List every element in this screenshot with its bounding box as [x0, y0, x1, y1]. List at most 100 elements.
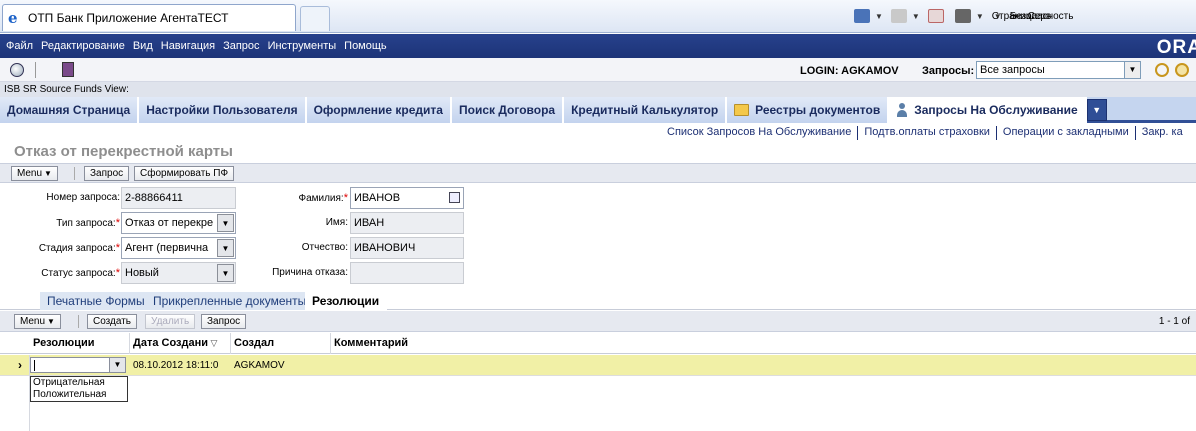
mail-button[interactable] — [927, 9, 947, 23]
tab-print-forms[interactable]: Печатные Формы — [40, 292, 153, 310]
create-button[interactable]: Создать — [87, 314, 138, 329]
app-menu-bar: Файл Редактирование Вид Навигация Запрос… — [0, 34, 1196, 58]
column-resolutions[interactable]: Резолюции — [33, 337, 95, 349]
text-caret — [34, 360, 35, 371]
menu-help[interactable]: Помощь — [344, 40, 387, 52]
person-icon — [896, 103, 908, 117]
menu-view[interactable]: Вид — [133, 40, 153, 52]
feeds-button[interactable]: ▼ — [890, 9, 920, 23]
queries-select-value: Все запросы — [980, 64, 1045, 76]
request-type-label: Тип запроса:* — [56, 217, 120, 229]
menu-tools[interactable]: Инструменты — [268, 40, 337, 52]
patronymic-field[interactable]: ИВАНОВИЧ — [350, 237, 464, 259]
menu-query[interactable]: Запрос — [223, 40, 259, 52]
login-label: LOGIN: AGKAMOV — [800, 65, 899, 77]
surname-field[interactable]: ИВАНОВ — [350, 187, 464, 209]
column-divider — [230, 333, 231, 354]
created-by-cell: AGKAMOV — [234, 360, 285, 371]
request-type-field[interactable]: Отказ от перекре ▼ — [121, 212, 236, 234]
queries-label: Запросы: — [922, 65, 975, 77]
search-icon[interactable] — [1155, 63, 1169, 77]
view-name-bar: ISB SR Source Funds View: — [0, 82, 1196, 97]
chevron-down-icon[interactable]: ▼ — [217, 214, 234, 232]
link-insurance-payment[interactable]: Подтв.оплаты страховки — [858, 126, 997, 140]
page-menu[interactable]: Страница ▼ — [992, 11, 1037, 22]
delete-button: Удалить — [145, 314, 196, 329]
list-header: Резолюции Дата Создани ▽ Создал Коммента… — [0, 333, 1196, 354]
menu-navigation[interactable]: Навигация — [161, 40, 215, 52]
chevron-down-icon[interactable]: ▼ — [109, 358, 125, 372]
more-tabs-button[interactable]: ▼ — [1086, 99, 1107, 121]
chevron-down-icon[interactable]: ▼ — [1124, 62, 1140, 78]
request-no-field[interactable]: 2-88866411 — [121, 187, 236, 209]
link-close-card[interactable]: Закр. ка — [1136, 126, 1189, 140]
pick-applet-icon[interactable] — [449, 192, 460, 203]
tab-user-settings[interactable]: Настройки Пользователя — [139, 97, 307, 123]
link-service-request-list[interactable]: Список Запросов На Обслуживание — [667, 126, 859, 140]
column-divider — [330, 333, 331, 354]
tab-service-requests[interactable]: Запросы На Обслуживание — [889, 97, 1087, 123]
name-label: Имя: — [325, 217, 348, 228]
queries-select[interactable]: Все запросы ▼ — [976, 61, 1141, 79]
request-stage-field[interactable]: Агент (первична ▼ — [121, 237, 236, 259]
tab-resolutions[interactable]: Резолюции — [305, 292, 388, 310]
request-no-label: Номер запроса: — [46, 192, 120, 203]
option-positive[interactable]: Положительная — [31, 389, 127, 401]
list-query-button[interactable]: Запрос — [201, 314, 247, 329]
option-negative[interactable]: Отрицательная — [31, 377, 127, 389]
request-status-field[interactable]: Новый ▼ — [121, 262, 236, 284]
toolbar-divider — [35, 62, 36, 78]
button-divider — [74, 167, 75, 180]
home-icon — [854, 9, 870, 23]
reject-reason-label: Причина отказа: — [272, 267, 348, 278]
tab-credit[interactable]: Оформление кредита — [306, 97, 452, 123]
chevron-down-icon[interactable]: ▼ — [217, 239, 234, 257]
column-comment[interactable]: Комментарий — [334, 337, 408, 349]
column-created-date[interactable]: Дата Создани ▽ — [133, 337, 217, 349]
form-menu-button[interactable]: Menu ▼ — [11, 166, 58, 181]
rss-icon — [890, 9, 907, 23]
request-status-label: Статус запроса:* — [41, 267, 120, 279]
chevron-down-icon: ▼ — [1092, 105, 1102, 115]
tab-contract-search[interactable]: Поиск Договора — [451, 97, 565, 123]
reject-reason-field[interactable] — [350, 262, 464, 284]
sub-view-tabs: Печатные Формы Прикрепленные документы Р… — [0, 290, 1196, 310]
tab-attached-documents[interactable]: Прикрепленные документы — [146, 292, 315, 310]
browser-tab-strip: e ОТП Банк Приложение АгентаТЕСТ ▼ ▼ ▼ С… — [0, 0, 1196, 33]
mail-icon — [927, 9, 944, 23]
tab-credit-calculator[interactable]: Кредитный Калькулятор — [564, 97, 728, 123]
tab-home[interactable]: Домашняя Страница — [0, 97, 140, 123]
name-field[interactable]: ИВАН — [350, 212, 464, 234]
new-tab-button[interactable] — [300, 6, 330, 31]
link-mortgage-operations[interactable]: Операции с закладными — [997, 126, 1136, 140]
generate-pf-button[interactable]: Сформировать ПФ — [134, 166, 235, 181]
screen-tabs: Домашняя Страница Настройки Пользователя… — [0, 97, 1196, 123]
menu-file[interactable]: Файл — [6, 40, 33, 52]
chevron-down-icon: ▼ — [44, 169, 52, 178]
request-stage-label: Стадия запроса:* — [38, 242, 120, 254]
site-map-icon[interactable] — [62, 62, 74, 77]
table-row[interactable]: › ▼ 08.10.2012 18:11:0 AGKAMOV — [0, 355, 1196, 376]
page-title: Отказ от перекрестной карты — [14, 143, 233, 160]
print-button[interactable]: ▼ — [954, 9, 984, 23]
refine-search-icon[interactable] — [1175, 63, 1189, 77]
column-divider — [129, 333, 130, 354]
form-button-bar: Menu ▼ Запрос Сформировать ПФ — [0, 163, 1196, 183]
oracle-logo: ORA — [1156, 37, 1196, 58]
list-menu-button[interactable]: Menu ▼ — [14, 314, 61, 329]
column-created-by[interactable]: Создал — [234, 337, 274, 349]
tab-document-registers[interactable]: Реестры документов — [727, 97, 890, 123]
printer-icon — [954, 9, 971, 23]
resolution-combobox[interactable]: ▼ — [30, 357, 126, 373]
menu-edit[interactable]: Редактирование — [41, 40, 125, 52]
chevron-down-icon[interactable]: ▼ — [217, 264, 234, 282]
form-query-button[interactable]: Запрос — [84, 166, 130, 181]
request-form: Номер запроса: 2-88866411 Тип запроса:* … — [0, 184, 1196, 286]
home-button[interactable]: ▼ — [854, 9, 883, 23]
browser-tab-active[interactable]: e ОТП Банк Приложение АгентаТЕСТ — [2, 4, 296, 31]
globe-icon[interactable] — [10, 63, 24, 77]
resolution-dropdown-list: Отрицательная Положительная — [30, 376, 128, 402]
record-counter: 1 - 1 of — [1158, 316, 1190, 327]
security-menu[interactable]: Безопасность ▼ — [1010, 11, 1074, 22]
surname-label: Фамилия:* — [298, 192, 348, 204]
